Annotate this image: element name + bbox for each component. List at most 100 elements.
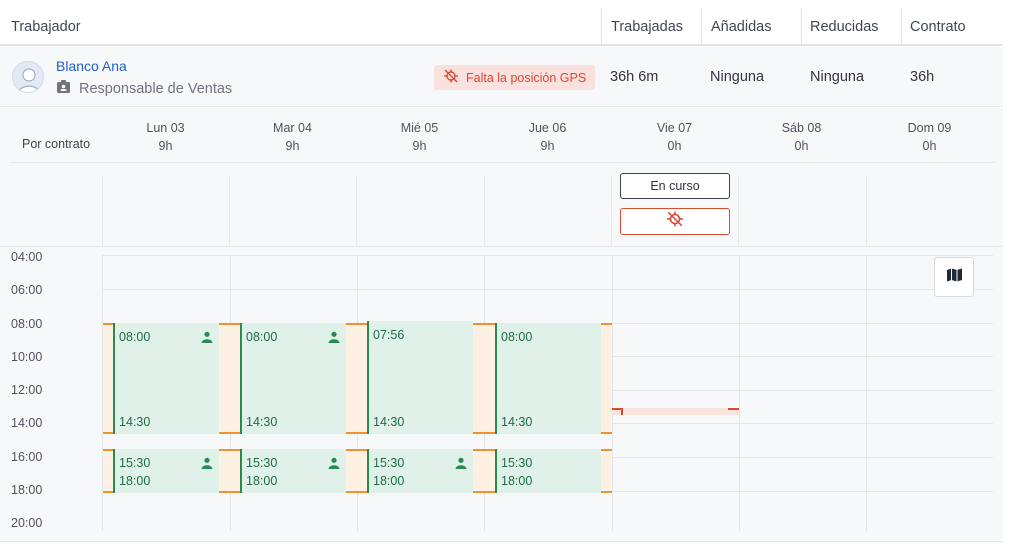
shift-block[interactable]: 08:00 14:30 xyxy=(113,323,219,434)
grid-column xyxy=(866,255,867,531)
id-badge-icon xyxy=(56,79,71,98)
contract-block-edge xyxy=(219,432,240,434)
grid-line xyxy=(103,289,993,290)
day-hours: 9h xyxy=(540,139,555,153)
day-name: Jue 06 xyxy=(528,121,567,135)
contract-block-edge xyxy=(601,491,612,493)
column-header-added[interactable]: Añadidas xyxy=(711,0,771,44)
shift-end-time: 18:00 xyxy=(119,474,151,488)
shift-start-time: 08:00 xyxy=(501,330,533,344)
day-name: Sáb 08 xyxy=(781,121,822,135)
map-icon xyxy=(946,268,963,287)
day-hours: 9h xyxy=(158,139,173,153)
time-label: 16:00 xyxy=(11,450,43,464)
day-hours: 0h xyxy=(922,139,937,153)
day-name: Vie 07 xyxy=(656,121,693,135)
time-label: 14:00 xyxy=(11,416,43,430)
shift-start-time: 15:30 xyxy=(373,456,405,470)
contract-hours-value: 36h xyxy=(910,69,935,85)
shift-block[interactable]: 15:30 18:00 xyxy=(240,449,346,493)
contract-block-edge xyxy=(601,432,612,434)
column-divider xyxy=(801,8,802,44)
time-label: 20:00 xyxy=(11,516,43,530)
gps-warning-badge: Falta la posición GPS xyxy=(434,65,596,90)
map-button[interactable] xyxy=(934,257,974,297)
table-header: Trabajador Trabajadas Añadidas Reducidas… xyxy=(0,0,1003,46)
day-divider xyxy=(484,176,485,246)
day-hours: 0h xyxy=(667,139,682,153)
shift-block[interactable]: 15:30 18:00 xyxy=(495,449,601,493)
contract-block-edge xyxy=(473,491,495,493)
column-divider xyxy=(601,8,602,44)
added-hours-value: Ninguna xyxy=(710,69,765,85)
day-header-wed: Mié 05 9h xyxy=(356,119,483,155)
week-day-header: Por contrato Lun 03 9h Mar 04 9h Mié 05 … xyxy=(0,108,1003,246)
time-label: 10:00 xyxy=(11,350,43,364)
day-divider xyxy=(102,176,103,246)
person-icon xyxy=(328,456,340,474)
in-progress-shift[interactable] xyxy=(612,408,739,415)
day-name: Lun 03 xyxy=(146,121,185,135)
shift-start-time: 07:56 xyxy=(373,328,405,342)
timeline-calendar: 04:00 06:00 08:00 10:00 12:00 14:00 16:0… xyxy=(0,246,1003,542)
shift-block[interactable]: 08:00 14:30 xyxy=(495,323,601,434)
shift-block[interactable]: 15:30 18:00 xyxy=(113,449,219,493)
day-name: Mar 04 xyxy=(273,121,312,135)
time-label: 18:00 xyxy=(11,483,43,497)
column-header-contract[interactable]: Contrato xyxy=(910,0,966,44)
day-divider xyxy=(738,176,739,246)
day-divider xyxy=(866,176,867,246)
column-header-reduced[interactable]: Reducidas xyxy=(810,0,879,44)
time-label: 04:00 xyxy=(11,250,43,264)
contract-block-edge xyxy=(346,432,367,434)
contract-block-edge xyxy=(103,432,113,434)
time-label: 08:00 xyxy=(11,317,43,331)
day-hours: 0h xyxy=(794,139,809,153)
contract-block-edge xyxy=(346,491,367,493)
day-divider xyxy=(611,176,612,246)
shift-end-time: 14:30 xyxy=(373,415,405,429)
shift-block[interactable]: 08:00 14:30 xyxy=(240,323,346,434)
person-icon xyxy=(201,330,213,348)
day-name: Dom 09 xyxy=(907,121,952,135)
grid-column xyxy=(739,255,740,531)
worker-role-label: Responsable de Ventas xyxy=(79,80,233,97)
column-divider xyxy=(901,8,902,44)
shift-block[interactable]: 07:56 14:30 xyxy=(367,321,473,434)
shift-block[interactable]: 15:30 18:00 xyxy=(367,449,473,493)
gps-off-icon xyxy=(443,69,459,86)
reduced-hours-value: Ninguna xyxy=(810,69,865,85)
column-divider xyxy=(701,8,702,44)
shift-end-time: 18:00 xyxy=(246,474,278,488)
worker-role: Responsable de Ventas xyxy=(56,79,232,98)
contract-block-edge xyxy=(219,323,240,325)
day-header-mon: Lun 03 9h xyxy=(102,119,229,155)
contract-block-edge xyxy=(473,323,495,325)
day-header-fri: Vie 07 0h xyxy=(611,119,738,155)
time-label: 12:00 xyxy=(11,383,43,397)
gps-missing-button[interactable] xyxy=(620,208,730,235)
day-header-tue: Mar 04 9h xyxy=(229,119,356,155)
gps-off-icon xyxy=(666,211,684,232)
column-header-worked[interactable]: Trabajadas xyxy=(611,0,683,44)
shift-start-time: 15:30 xyxy=(246,456,278,470)
contract-block-edge xyxy=(346,323,367,325)
shift-end-time: 18:00 xyxy=(501,474,533,488)
contract-block-edge xyxy=(601,323,612,325)
in-progress-edge xyxy=(728,408,739,410)
shift-start-time: 15:30 xyxy=(119,456,151,470)
contract-block-edge xyxy=(103,323,113,325)
shift-start-time: 08:00 xyxy=(246,330,278,344)
day-divider xyxy=(356,176,357,246)
calendar-grid[interactable]: 08:00 14:30 08:00 14:30 07:56 14:30 08:0… xyxy=(102,255,993,531)
worker-name-link[interactable]: Blanco Ana xyxy=(56,58,127,74)
shift-end-time: 14:30 xyxy=(501,415,533,429)
in-progress-button[interactable]: En curso xyxy=(620,173,730,199)
day-header-thu: Jue 06 9h xyxy=(484,119,611,155)
shift-end-time: 14:30 xyxy=(246,415,278,429)
grid-column xyxy=(612,255,613,531)
column-header-worker[interactable]: Trabajador xyxy=(11,0,81,44)
grid-line xyxy=(103,255,993,256)
time-label: 06:00 xyxy=(11,283,43,297)
row-label-por-contrato: Por contrato xyxy=(22,137,91,151)
